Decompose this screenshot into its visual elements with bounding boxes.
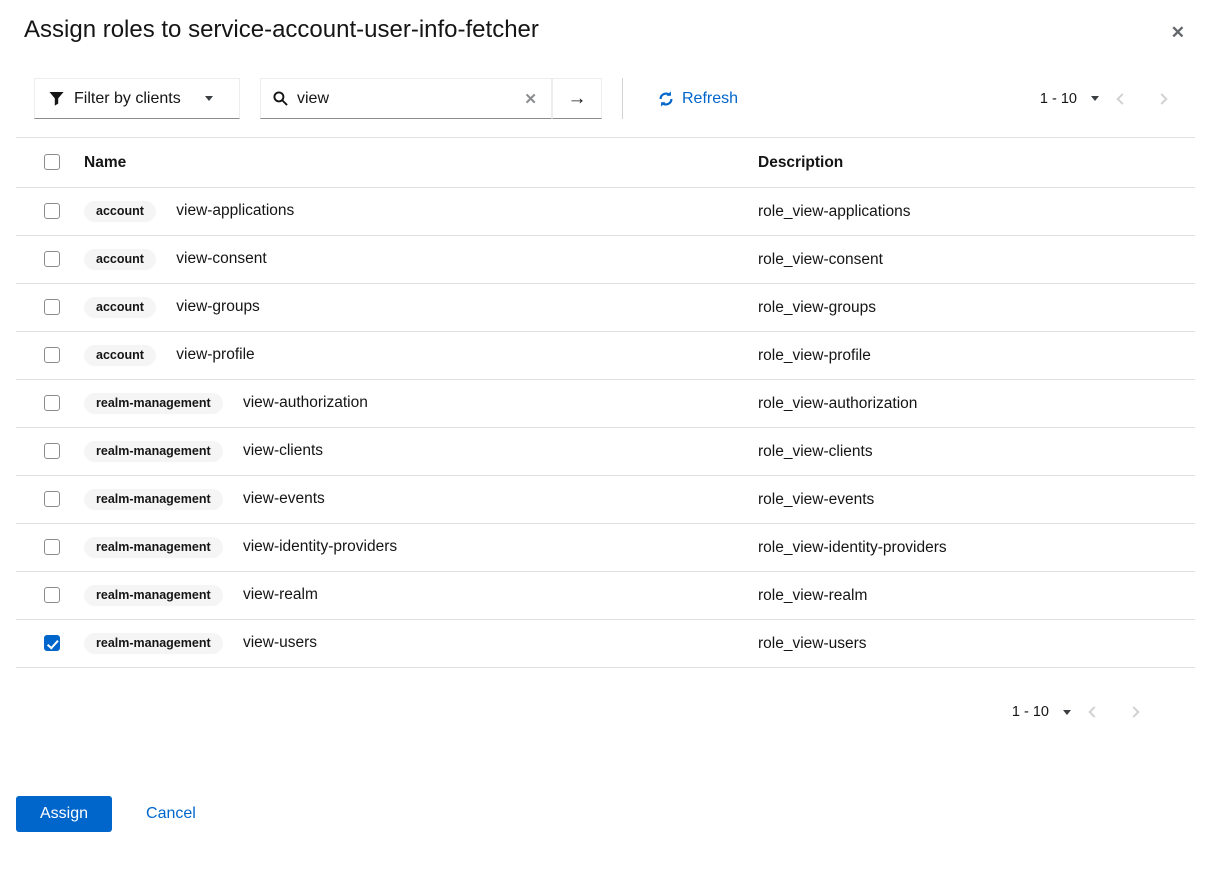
role-description: role_view-users	[742, 620, 1195, 668]
role-name: view-profile	[176, 346, 254, 363]
cancel-button[interactable]: Cancel	[142, 796, 200, 832]
table-row: realm-management view-identity-providers…	[16, 524, 1195, 572]
pagination-range-toggle[interactable]: 1 - 10	[1012, 704, 1071, 720]
roles-table: Name Description account view-applicatio…	[16, 137, 1195, 668]
pagination-range-toggle[interactable]: 1 - 10	[1040, 91, 1099, 107]
role-description: role_view-realm	[742, 572, 1195, 620]
table-header-row: Name Description	[16, 138, 1195, 188]
modal-actions: Assign Cancel	[16, 796, 1211, 832]
role-description: role_view-groups	[742, 284, 1195, 332]
role-description: role_view-clients	[742, 428, 1195, 476]
role-description: role_view-identity-providers	[742, 524, 1195, 572]
table-row: account view-consent role_view-consent	[16, 236, 1195, 284]
toolbar-divider	[622, 78, 623, 119]
table-row: realm-management view-realm role_view-re…	[16, 572, 1195, 620]
row-checkbox[interactable]	[44, 443, 60, 459]
client-badge: realm-management	[84, 537, 223, 559]
table-row: account view-applications role_view-appl…	[16, 188, 1195, 236]
role-description: role_view-applications	[742, 188, 1195, 236]
search-input[interactable]	[297, 90, 518, 108]
table-row: realm-management view-events role_view-e…	[16, 476, 1195, 524]
table-row: realm-management view-clients role_view-…	[16, 428, 1195, 476]
close-icon[interactable]: ✕	[1167, 20, 1189, 45]
row-checkbox[interactable]	[44, 299, 60, 315]
role-name: view-events	[243, 490, 325, 507]
next-page-icon[interactable]	[1142, 92, 1185, 106]
role-name: view-clients	[243, 442, 323, 459]
search-icon	[273, 91, 288, 106]
search-box: ✕	[260, 78, 552, 119]
pagination-bottom: 1 - 10	[0, 694, 1157, 730]
filter-by-clients-dropdown[interactable]: Filter by clients	[34, 78, 240, 119]
role-name: view-applications	[176, 202, 294, 219]
client-badge: realm-management	[84, 441, 223, 463]
chevron-down-icon	[1091, 96, 1099, 101]
client-badge: realm-management	[84, 633, 223, 655]
column-header-description: Description	[742, 138, 1195, 188]
row-checkbox[interactable]	[44, 587, 60, 603]
client-badge: account	[84, 345, 156, 367]
row-checkbox[interactable]	[44, 635, 60, 651]
roles-table-body: account view-applications role_view-appl…	[16, 188, 1195, 668]
role-name: view-users	[243, 634, 317, 651]
clear-search-icon[interactable]: ✕	[518, 88, 543, 110]
role-description: role_view-consent	[742, 236, 1195, 284]
role-description: role_view-events	[742, 476, 1195, 524]
toolbar: Filter by clients ✕ →	[34, 78, 1187, 119]
row-checkbox[interactable]	[44, 539, 60, 555]
select-all-checkbox[interactable]	[44, 154, 60, 170]
chevron-down-icon	[205, 96, 213, 101]
table-row: account view-groups role_view-groups	[16, 284, 1195, 332]
filter-label: Filter by clients	[74, 90, 181, 108]
role-name: view-authorization	[243, 394, 368, 411]
refresh-label: Refresh	[682, 90, 738, 108]
row-checkbox[interactable]	[44, 395, 60, 411]
assign-button[interactable]: Assign	[16, 796, 112, 832]
modal-header: Assign roles to service-account-user-inf…	[0, 0, 1211, 44]
role-name: view-realm	[243, 586, 318, 603]
table-row: account view-profile role_view-profile	[16, 332, 1195, 380]
previous-page-icon[interactable]	[1099, 92, 1142, 106]
client-badge: account	[84, 297, 156, 319]
search-submit-button[interactable]: →	[552, 78, 602, 119]
refresh-button[interactable]: Refresh	[658, 90, 738, 108]
pagination-range-label: 1 - 10	[1040, 91, 1077, 107]
row-checkbox[interactable]	[44, 491, 60, 507]
page-title: Assign roles to service-account-user-inf…	[24, 16, 1187, 44]
client-badge: account	[84, 249, 156, 271]
role-name: view-identity-providers	[243, 538, 397, 555]
chevron-down-icon	[1063, 710, 1071, 715]
role-name: view-groups	[176, 298, 260, 315]
client-badge: account	[84, 201, 156, 223]
client-badge: realm-management	[84, 489, 223, 511]
row-checkbox[interactable]	[44, 251, 60, 267]
client-badge: realm-management	[84, 393, 223, 415]
column-header-name: Name	[76, 138, 742, 188]
next-page-icon[interactable]	[1114, 705, 1157, 719]
pagination-top: 1 - 10	[1040, 91, 1185, 107]
role-description: role_view-authorization	[742, 380, 1195, 428]
client-badge: realm-management	[84, 585, 223, 607]
table-row: realm-management view-authorization role…	[16, 380, 1195, 428]
previous-page-icon[interactable]	[1071, 705, 1114, 719]
refresh-icon	[658, 91, 674, 107]
role-description: role_view-profile	[742, 332, 1195, 380]
filter-icon	[49, 91, 64, 106]
table-row: realm-management view-users role_view-us…	[16, 620, 1195, 668]
search-group: ✕ →	[260, 78, 602, 119]
row-checkbox[interactable]	[44, 347, 60, 363]
role-name: view-consent	[176, 250, 266, 267]
row-checkbox[interactable]	[44, 203, 60, 219]
pagination-range-label: 1 - 10	[1012, 704, 1049, 720]
assign-roles-modal: Assign roles to service-account-user-inf…	[0, 0, 1211, 832]
